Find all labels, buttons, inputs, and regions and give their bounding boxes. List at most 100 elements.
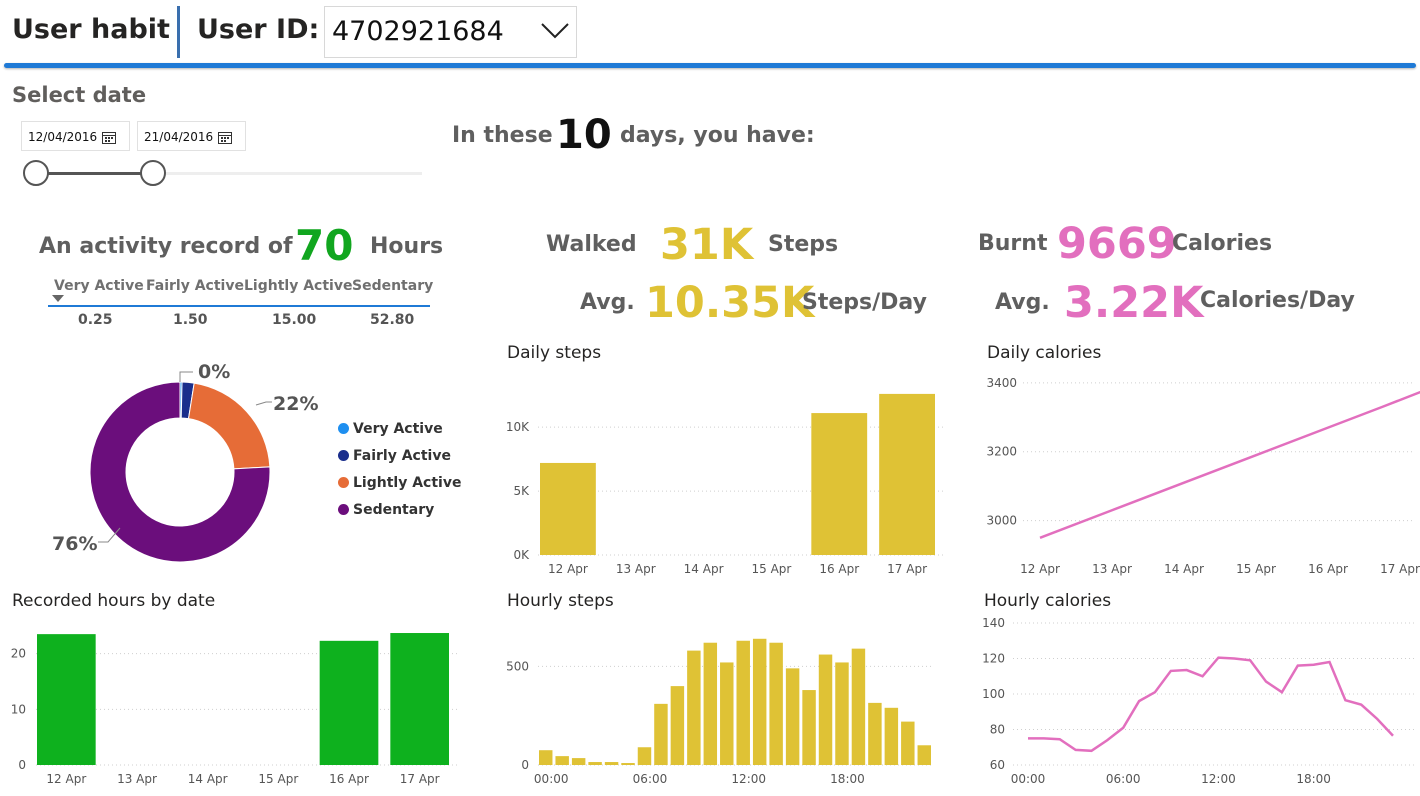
leader-line	[255, 401, 272, 406]
bar	[621, 763, 635, 765]
legend-fairly-active[interactable]: Fairly Active	[338, 448, 461, 464]
recorded-hours-chart: 0 10 20 12 Apr 13 Apr 14 Apr 15 Apr 16 Apr 17 Ap…	[11, 633, 460, 786]
y-tick-label: 100	[982, 687, 1005, 701]
y-tick-label: 140	[982, 616, 1005, 630]
bar	[818, 654, 833, 765]
calendar-icon[interactable]	[218, 131, 233, 144]
col-lightly-active[interactable]: Lightly Active	[244, 278, 352, 294]
x-tick-label: 14 Apr	[684, 562, 724, 576]
donut-legend: Very Active Fairly Active Lightly Active…	[338, 421, 461, 518]
leader-line	[179, 371, 193, 382]
steps-unit: Steps	[768, 232, 839, 257]
value-lightly-active: 15.00	[272, 312, 317, 328]
bar	[769, 642, 783, 765]
col-fairly-active[interactable]: Fairly Active	[146, 278, 244, 294]
steps-total: 31K	[660, 220, 754, 270]
daily-calories-chart: 3000 3200 3400 12 Apr 13 Apr 14 Apr 15 Apr 16 A…	[986, 376, 1420, 576]
start-date-value: 12/04/2016	[28, 130, 98, 144]
x-tick-label: 17 Apr	[1380, 562, 1420, 576]
hourly-steps-title: Hourly steps	[507, 591, 614, 611]
bar	[901, 721, 915, 765]
calories-avg: 3.22K	[1064, 278, 1204, 328]
bar	[539, 750, 553, 765]
value-sedentary: 52.80	[370, 312, 415, 328]
x-tick-label: 16 Apr	[819, 562, 859, 576]
bar	[835, 662, 849, 765]
y-tick-label: 20	[11, 647, 26, 661]
y-tick-label: 10K	[506, 420, 530, 434]
steps-avg-unit: Steps/Day	[802, 290, 927, 315]
user-id-dropdown[interactable]: 4702921684	[324, 6, 577, 58]
date-slider-end-handle[interactable]	[140, 160, 166, 186]
legend-very-active[interactable]: Very Active	[338, 421, 461, 437]
y-tick-label: 80	[990, 723, 1005, 737]
days-count: 10	[556, 112, 612, 158]
calories-unit: Calories	[1172, 231, 1273, 256]
x-tick-label: 12:00	[731, 772, 766, 786]
end-date-input[interactable]: 21/04/2016	[137, 121, 246, 151]
x-tick-label: 18:00	[830, 772, 865, 786]
bar	[604, 762, 619, 765]
recorded-hours-title: Recorded hours by date	[12, 591, 216, 611]
bar	[571, 758, 586, 765]
legend-sedentary[interactable]: Sedentary	[338, 502, 461, 518]
x-tick-label: 14 Apr	[1164, 562, 1204, 576]
bar	[637, 747, 652, 765]
y-tick-label: 120	[982, 652, 1005, 666]
x-tick-label: 06:00	[633, 772, 668, 786]
bar	[670, 686, 685, 765]
donut-slice-lightly-active	[187, 382, 271, 470]
y-tick-label: 5K	[513, 484, 530, 498]
walked-label: Walked	[546, 232, 637, 257]
activity-donut-chart: 0% 22% 76%	[52, 361, 318, 563]
y-tick-label: 500	[506, 659, 529, 673]
bar	[811, 413, 868, 555]
bar	[555, 756, 569, 765]
bar	[588, 762, 602, 765]
x-tick-label: 06:00	[1106, 772, 1141, 786]
x-tick-label: 13 Apr	[117, 772, 157, 786]
y-tick-label: 0	[18, 758, 26, 772]
x-tick-label: 00:00	[1011, 772, 1046, 786]
legend-lightly-active[interactable]: Lightly Active	[338, 475, 461, 491]
activity-prefix: An activity record of	[39, 234, 293, 259]
activity-hours: 70	[295, 221, 354, 270]
calendar-icon[interactable]	[102, 131, 117, 144]
bar	[37, 634, 96, 765]
bar	[390, 633, 449, 765]
chevron-down-icon[interactable]	[540, 19, 570, 41]
value-fairly-active: 1.50	[173, 312, 208, 328]
bar	[654, 703, 668, 765]
user-id-value: 4702921684	[332, 16, 504, 47]
value-very-active: 0.25	[78, 312, 113, 328]
bar	[785, 668, 800, 765]
y-tick-label: 3000	[986, 514, 1017, 528]
x-tick-label: 17 Apr	[887, 562, 927, 576]
sort-desc-icon[interactable]	[52, 295, 64, 303]
x-tick-label: 15 Apr	[751, 562, 791, 576]
calories-total: 9669	[1057, 219, 1177, 269]
legend-dot-icon	[338, 504, 349, 515]
legend-dot-icon	[338, 477, 349, 488]
y-tick-label: 10	[11, 702, 26, 716]
steps-avg-label: Avg.	[580, 290, 635, 315]
calories-line	[1039, 390, 1420, 539]
activity-unit: Hours	[370, 234, 444, 259]
x-tick-label: 15 Apr	[258, 772, 298, 786]
date-slider-start-handle[interactable]	[23, 160, 49, 186]
daily-calories-title: Daily calories	[987, 343, 1102, 363]
select-date-label: Select date	[12, 83, 147, 107]
col-sedentary[interactable]: Sedentary	[352, 278, 433, 294]
steps-avg: 10.35K	[645, 278, 815, 328]
x-tick-label: 13 Apr	[616, 562, 656, 576]
hourly-steps-chart: 0 500 00:00 06:00 12:00 18:00	[506, 638, 933, 786]
table-divider	[48, 305, 430, 307]
bar	[540, 462, 596, 555]
y-tick-label: 3400	[986, 376, 1017, 390]
header-underline	[4, 63, 1416, 68]
bar	[868, 702, 882, 765]
page-title: User habit	[12, 14, 170, 45]
data-label: 76%	[52, 533, 97, 555]
col-very-active[interactable]: Very Active	[54, 278, 144, 294]
start-date-input[interactable]: 12/04/2016	[21, 121, 130, 151]
